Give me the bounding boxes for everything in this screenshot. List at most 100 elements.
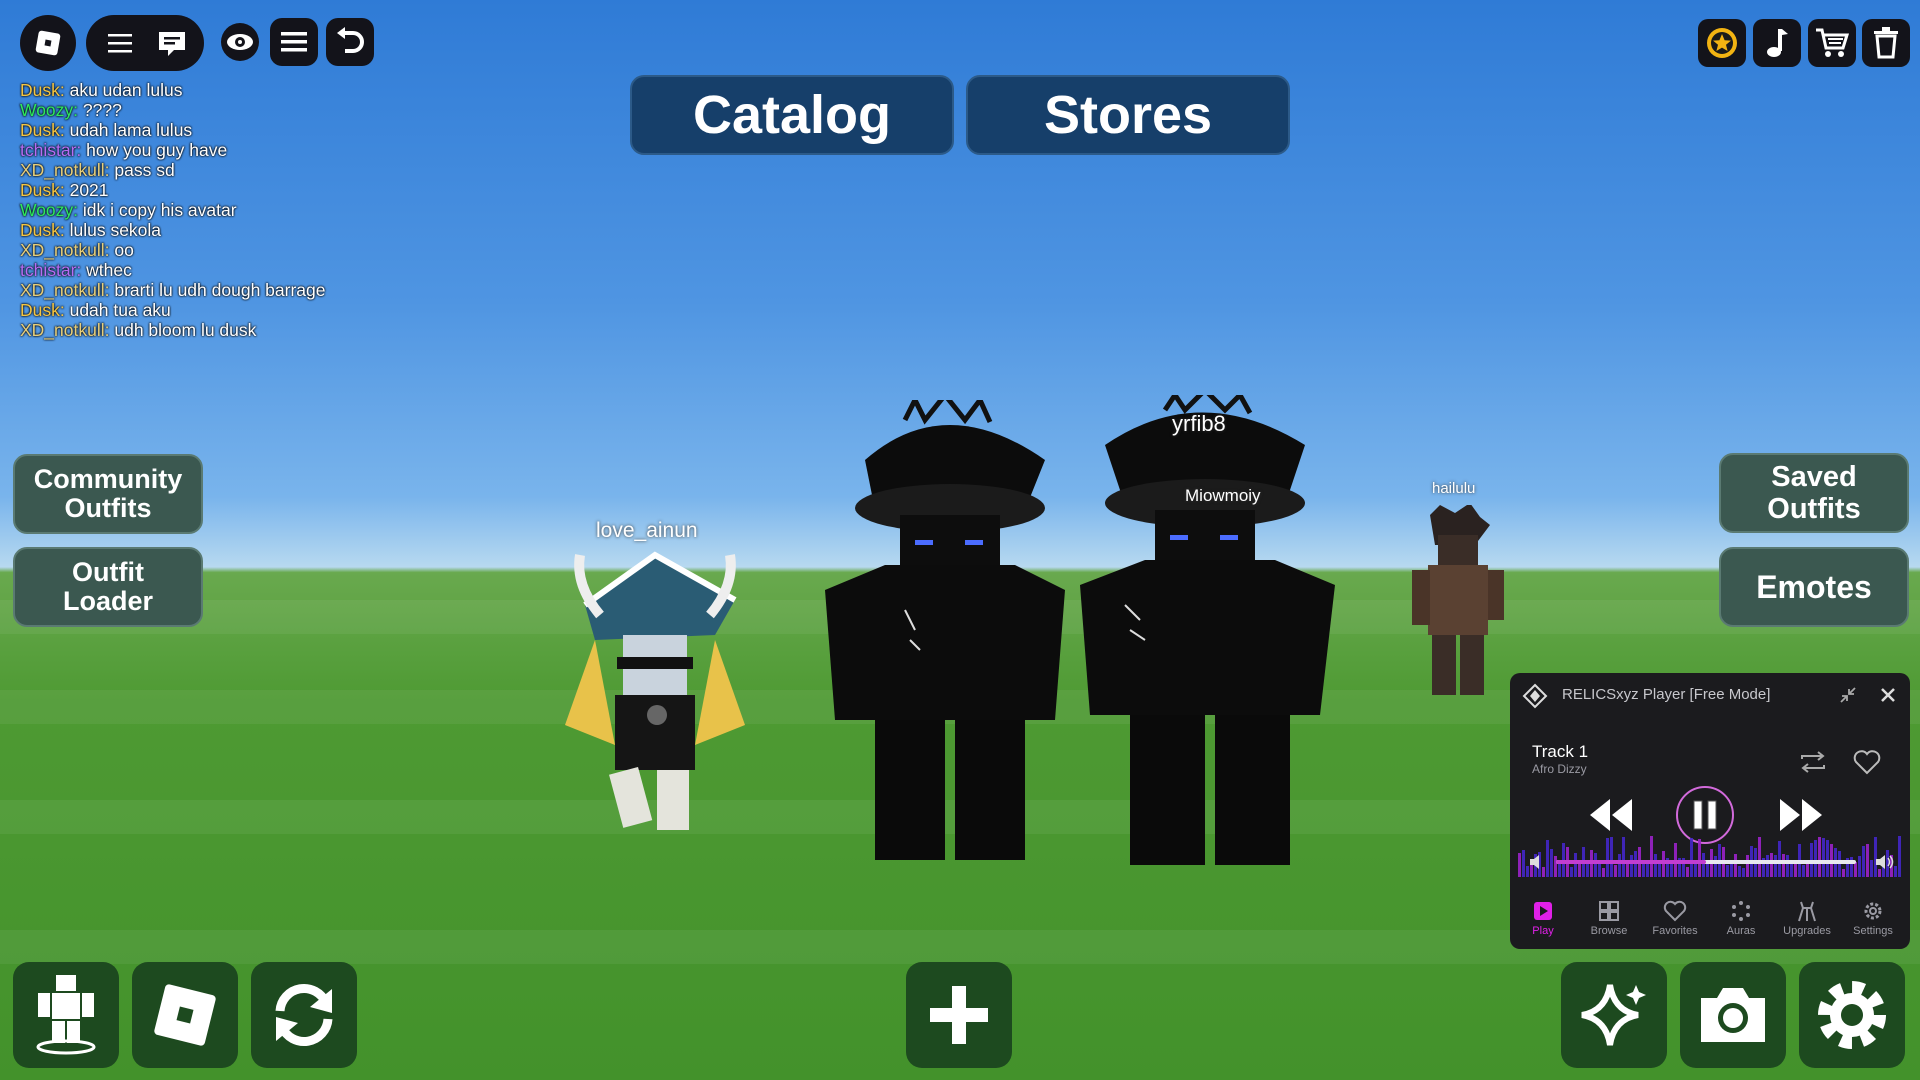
chat-message: tchistar: wthec (20, 260, 325, 280)
avatar-figure-icon (36, 975, 96, 1055)
visualizer-bar (1770, 853, 1773, 877)
chat-username[interactable]: Woozy: (20, 200, 78, 220)
nametag-miowmoiy: Miowmoiy (1185, 486, 1261, 505)
visualizer-bar (1654, 854, 1657, 877)
favorites-heart-icon (1663, 900, 1687, 922)
visualizer-bar (1734, 854, 1737, 877)
avatar-hailulu[interactable] (1400, 505, 1510, 705)
undo-icon (337, 27, 364, 53)
play-icon (1534, 902, 1552, 920)
hamburger-icon[interactable] (106, 31, 134, 59)
visualizer-bar (1598, 864, 1601, 877)
camera-button[interactable] (1680, 962, 1786, 1068)
tab-browse-label: Browse (1590, 925, 1628, 937)
chat-message: tchistar: how you guy have (20, 140, 325, 160)
emotes-button[interactable]: Emotes (1719, 547, 1909, 627)
premium-coin-button[interactable] (1698, 19, 1746, 67)
chat-message: XD_notkull: pass sd (20, 160, 325, 180)
chat-message: Dusk: udah tua aku (20, 300, 325, 320)
browse-icon (1599, 901, 1619, 921)
cart-button[interactable] (1808, 19, 1856, 67)
add-button[interactable] (906, 962, 1012, 1068)
volume-high-icon (1876, 855, 1894, 869)
tab-settings[interactable]: Settings (1840, 900, 1906, 937)
avatar-yrfib8[interactable] (1065, 395, 1345, 875)
chat-username[interactable]: XD_notkull: (20, 320, 110, 340)
visualizer-bar (1626, 863, 1629, 877)
roblox-home-button[interactable] (132, 962, 238, 1068)
minimize-icon[interactable] (1838, 685, 1858, 705)
tab-settings-label: Settings (1853, 925, 1893, 937)
visualizer-bar (1862, 846, 1865, 877)
avatar-black-outfit-left[interactable] (815, 400, 1075, 870)
chat-username[interactable]: Woozy: (20, 100, 78, 120)
tab-play-label: Play (1532, 925, 1554, 937)
nametag-love-ainun: love_ainun (596, 519, 698, 542)
tab-auras[interactable]: Auras (1708, 900, 1774, 937)
catalog-button[interactable]: Catalog (630, 75, 954, 155)
tab-browse[interactable]: Browse (1576, 900, 1642, 937)
chat-username[interactable]: XD_notkull: (20, 280, 110, 300)
chat-username[interactable]: Dusk: (20, 180, 65, 200)
player-title: RELICSxyz Player [Free Mode] (1562, 686, 1771, 703)
roblox-logo-icon (35, 30, 61, 56)
music-button[interactable] (1753, 19, 1801, 67)
chat-username[interactable]: tchistar: (20, 140, 81, 160)
list-button[interactable] (270, 18, 318, 66)
visualizer-bar (1658, 862, 1661, 877)
tab-upgrades[interactable]: Upgrades (1774, 900, 1840, 937)
visualizer-bar (1522, 850, 1525, 877)
chat-username[interactable]: tchistar: (20, 260, 81, 280)
tab-favorites[interactable]: Favorites (1642, 900, 1708, 937)
chat-username[interactable]: XD_notkull: (20, 240, 110, 260)
close-icon[interactable] (1878, 685, 1898, 705)
chat-icon[interactable] (156, 29, 188, 63)
visualizer-bar (1766, 855, 1769, 877)
visualizer-bar (1570, 867, 1573, 877)
gear-icon (1818, 981, 1886, 1049)
tab-play[interactable]: Play (1510, 900, 1576, 937)
trash-button[interactable] (1862, 19, 1910, 67)
community-outfits-button[interactable]: Community Outfits (13, 454, 203, 534)
chat-text: udah tua aku (64, 300, 171, 320)
visualizer-bar (1842, 869, 1845, 877)
visualizer-bar (1786, 855, 1789, 877)
tab-favorites-label: Favorites (1652, 925, 1698, 937)
effects-button[interactable] (1561, 962, 1667, 1068)
saved-outfits-button[interactable]: Saved Outfits (1719, 453, 1909, 533)
chat-username[interactable]: Dusk: (20, 300, 65, 320)
settings-button[interactable] (1799, 962, 1905, 1068)
chat-username[interactable]: XD_notkull: (20, 160, 110, 180)
chat-username[interactable]: Dusk: (20, 120, 65, 140)
visualizer-bar (1802, 865, 1805, 877)
music-note-icon (1767, 29, 1788, 57)
chat-username[interactable]: Dusk: (20, 80, 65, 100)
avatar-love-ainun[interactable] (545, 545, 765, 835)
visualizer-bar (1602, 868, 1605, 877)
track-artist: Afro Dizzy (1532, 762, 1587, 776)
chat-message: XD_notkull: oo (20, 240, 325, 260)
roblox-menu-button[interactable] (20, 15, 76, 71)
chat-text: udah lama lulus (64, 120, 193, 140)
nametag-hailulu: hailulu (1432, 480, 1476, 497)
avatar-editor-button[interactable] (13, 962, 119, 1068)
visualizer-bar (1838, 851, 1841, 877)
repeat-icon[interactable] (1798, 749, 1828, 775)
visibility-button[interactable] (216, 18, 264, 66)
visualizer-bar (1618, 854, 1621, 877)
chat-message: Dusk: 2021 (20, 180, 325, 200)
outfit-loader-button[interactable]: Outfit Loader (13, 547, 203, 627)
star-coin-icon (1707, 28, 1737, 58)
tab-auras-label: Auras (1726, 925, 1756, 937)
volume-fill (1556, 860, 1706, 864)
heart-icon[interactable] (1852, 748, 1882, 776)
visualizer-bar (1578, 862, 1581, 877)
volume-slider[interactable] (1556, 860, 1856, 864)
stores-button[interactable]: Stores (966, 75, 1290, 155)
visualizer-bar (1702, 853, 1705, 877)
visualizer-bar (1574, 853, 1577, 877)
chat-username[interactable]: Dusk: (20, 220, 65, 240)
visualizer-bar (1634, 851, 1637, 877)
undo-button[interactable] (326, 18, 374, 66)
refresh-button[interactable] (251, 962, 357, 1068)
